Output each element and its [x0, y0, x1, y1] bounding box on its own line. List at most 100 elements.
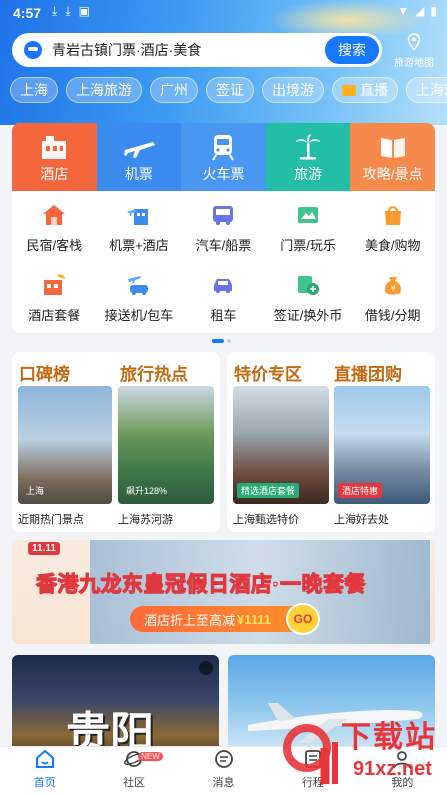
app-notification-icon: ▣	[78, 4, 90, 18]
service-hotel-package[interactable]: 酒店套餐	[12, 261, 97, 331]
video-play-icon	[199, 661, 213, 675]
download-icon: ⤓	[65, 4, 71, 18]
feature-tag-trend: 飙升128%	[126, 486, 168, 496]
service-guide[interactable]: 攻略/景点	[350, 123, 435, 191]
service-bus-ferry-label: 汽车/船票	[195, 238, 252, 253]
notification-icons: ⤓ ⤓ ▣	[52, 4, 90, 19]
banner-go-button[interactable]: GO	[286, 603, 320, 635]
svg-text:¥: ¥	[390, 284, 395, 293]
tab-messages-label: 消息	[212, 777, 235, 789]
service-loan[interactable]: ¥ 借钱/分期	[350, 261, 435, 331]
banner-promo-pill[interactable]: 酒店折上至高减 ¥1111	[130, 606, 308, 632]
service-flight[interactable]: 机票	[96, 123, 182, 191]
feature-tag-hotel-deal: 酒店特惠	[338, 483, 383, 498]
service-bus-ferry[interactable]: 汽车/船票	[181, 191, 266, 261]
search-bar[interactable]: 青岩古镇门票·酒店·美食 搜索	[12, 33, 382, 67]
main-services: 酒店 机票 火车票 旅游 攻略/景点	[12, 123, 435, 191]
promo-banner[interactable]: 11.11 香港九龙东皇冠假日酒店·一晚套餐 酒店折上至高减 ¥1111 GO	[12, 540, 435, 644]
airplane-icon	[123, 142, 155, 158]
car-icon	[214, 279, 233, 294]
chip-outbound[interactable]: 出境游	[262, 77, 324, 103]
feature-image-castle[interactable]: 上海	[18, 386, 112, 504]
service-transfer[interactable]: 接送机/包车	[97, 261, 182, 331]
hotel-package-icon	[44, 274, 66, 295]
feature-caption-hot-spots: 近期热门景点	[18, 514, 84, 526]
quick-chips: 上海 上海旅游 广州 签证 出境游 直播 上海欢乐谷	[10, 77, 447, 103]
status-bar: 4:57 ⤓ ⤓ ▣ ▼ ◢ ▮	[0, 0, 447, 26]
feature-image-skyline[interactable]: 酒店特惠	[334, 386, 430, 504]
book-icon	[380, 138, 405, 158]
content-card-guiyang[interactable]: 贵阳	[12, 655, 219, 755]
chip-visa[interactable]: 签证	[206, 77, 254, 103]
service-food-shopping[interactable]: 美食/购物	[350, 191, 435, 261]
chip-shanghai[interactable]: 上海	[10, 77, 58, 103]
service-travel-label: 旅游	[294, 166, 323, 182]
heading-travel-hot[interactable]: 旅行热点	[120, 360, 188, 385]
ticket-icon	[298, 207, 319, 223]
service-travel[interactable]: 旅游	[265, 123, 351, 191]
feature-caption-suhe: 上海苏河游	[118, 514, 173, 526]
watermark-url: 91xz.net	[353, 758, 432, 780]
service-homestay-label: 民宿/客栈	[26, 238, 83, 253]
hotel-icon	[42, 136, 67, 159]
status-time: 4:57	[13, 5, 42, 21]
service-homestay[interactable]: 民宿/客栈	[12, 191, 97, 261]
visa-exchange-icon	[298, 276, 320, 295]
heading-reputation[interactable]: 口碑榜	[19, 360, 70, 385]
banner-double11-badge: 11.11	[28, 542, 60, 555]
heading-live-deals[interactable]: 直播团购	[334, 360, 402, 385]
service-row-1: 民宿/客栈 机票+酒店 汽车/船票 门票/玩乐 美食/购物	[12, 191, 435, 261]
signal-icon: ◢	[415, 4, 425, 18]
service-grid: 酒店 机票 火车票 旅游 攻略/景点 民宿/客栈 机票+酒店 汽车/船票 门票/…	[12, 123, 435, 333]
service-visa-exchange-label: 签证/换外币	[273, 308, 343, 323]
tab-community-label: 社区	[123, 777, 146, 789]
tab-home-label: 首页	[33, 777, 56, 789]
travel-map-label: 旅游地图	[394, 58, 434, 69]
service-loan-label: 借钱/分期	[364, 308, 421, 323]
home-icon	[35, 749, 54, 768]
page-indicator	[212, 339, 231, 343]
service-food-shopping-label: 美食/购物	[364, 238, 421, 253]
travel-map-button[interactable]: 旅游地图	[388, 33, 440, 69]
message-bubble-icon	[214, 750, 233, 768]
feature-tag-hotel-package: 精选酒店套餐	[237, 483, 300, 498]
banner-promo-text: 酒店折上至高减	[144, 612, 236, 628]
shopping-bag-icon	[384, 206, 401, 225]
banner-promo-amount: ¥1111	[237, 611, 272, 627]
search-button[interactable]: 搜索	[325, 36, 379, 64]
heading-special-offers[interactable]: 特价专区	[234, 360, 302, 385]
page-dot	[227, 339, 231, 343]
chip-live[interactable]: 直播	[332, 77, 398, 103]
house-icon	[43, 205, 66, 225]
feature-tag-location: 上海	[26, 486, 45, 496]
tab-community[interactable]: NEW 社区	[89, 747, 178, 796]
watermark-logo-icon	[283, 724, 338, 784]
tab-messages[interactable]: 消息	[179, 747, 268, 796]
chip-happy-valley[interactable]: 上海欢乐谷	[406, 77, 447, 103]
service-hotel-package-label: 酒店套餐	[28, 308, 81, 323]
money-bag-icon: ¥	[384, 277, 401, 295]
battery-icon: ▮	[430, 4, 437, 18]
service-flight-hotel[interactable]: 机票+酒店	[97, 191, 182, 261]
service-tickets[interactable]: 门票/玩乐	[266, 191, 351, 261]
service-car-rental[interactable]: 租车	[181, 261, 266, 331]
palm-tree-icon	[296, 134, 321, 160]
service-guide-label: 攻略/景点	[362, 166, 423, 182]
feature-caption-good-places: 上海好去处	[334, 514, 389, 526]
chip-live-label: 直播	[360, 82, 388, 98]
service-train[interactable]: 火车票	[181, 123, 266, 191]
tab-home[interactable]: 首页	[0, 747, 89, 796]
service-visa-exchange[interactable]: 签证/换外币	[266, 261, 351, 331]
feature-image-skyscraper[interactable]: 精选酒店套餐	[233, 386, 329, 504]
feature-card-left[interactable]: 口碑榜 旅行热点 上海 飙升128% 近期热门景点 上海苏河游	[12, 352, 220, 532]
flight-hotel-icon	[126, 209, 148, 225]
feature-card-right[interactable]: 特价专区 直播团购 精选酒店套餐 酒店特惠 上海甄选特价 上海好去处	[227, 352, 435, 532]
chip-guangzhou[interactable]: 广州	[150, 77, 198, 103]
service-tickets-label: 门票/玩乐	[280, 238, 336, 253]
chip-shanghai-travel[interactable]: 上海旅游	[66, 77, 142, 103]
new-badge: NEW	[138, 752, 163, 761]
feature-image-river[interactable]: 飙升128%	[118, 386, 214, 504]
service-hotel[interactable]: 酒店	[12, 123, 97, 191]
site-watermark: 下载站 91xz.net	[281, 708, 441, 788]
service-car-rental-label: 租车	[210, 308, 237, 323]
